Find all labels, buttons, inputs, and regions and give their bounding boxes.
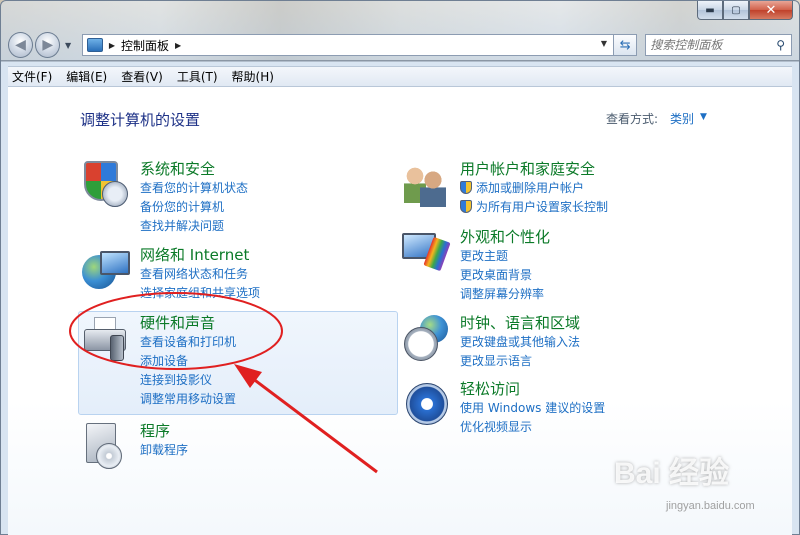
link-uninstall[interactable]: 卸载程序 [140, 441, 188, 460]
category-user-accounts: 用户帐户和家庭安全 添加或删除用户帐户 为所有用户设置家长控制 [400, 159, 608, 217]
category-ease-of-access: 轻松访问 使用 Windows 建议的设置 优化视频显示 [400, 379, 605, 437]
clock-region-icon[interactable] [400, 313, 452, 365]
category-title[interactable]: 系统和安全 [140, 159, 248, 179]
category-network: 网络和 Internet 查看网络状态和任务 选择家庭组和共享选项 [80, 245, 260, 303]
link-keyboard-input[interactable]: 更改键盘或其他输入法 [460, 333, 580, 352]
page-title: 调整计算机的设置 [80, 111, 201, 129]
menu-tools[interactable]: 工具(T) [177, 68, 218, 85]
watermark-url: jingyan.baidu.com [666, 500, 755, 512]
category-title[interactable]: 网络和 Internet [140, 245, 260, 265]
category-hardware-sound: 硬件和声音 查看设备和打印机 添加设备 连接到投影仪 调整常用移动设置 [80, 313, 236, 409]
category-system-security: 系统和安全 查看您的计算机状态 备份您的计算机 查找并解决问题 [80, 159, 248, 236]
link-change-theme[interactable]: 更改主题 [460, 247, 550, 266]
address-bar[interactable]: ▶ 控制面板 ▶ ▼ [81, 34, 615, 56]
link-mobility-settings[interactable]: 调整常用移动设置 [140, 390, 236, 409]
category-title[interactable]: 时钟、语言和区域 [460, 313, 580, 333]
category-title[interactable]: 程序 [140, 421, 188, 441]
user-icon [420, 171, 446, 207]
link-label: 为所有用户设置家长控制 [476, 200, 609, 214]
link-windows-suggested[interactable]: 使用 Windows 建议的设置 [460, 399, 605, 418]
view-by-dropdown[interactable]: 类别 [670, 110, 694, 127]
link-parental-controls[interactable]: 为所有用户设置家长控制 [460, 198, 608, 217]
uac-shield-icon [460, 200, 472, 213]
maximize-button[interactable]: ▢ [723, 1, 749, 20]
category-title[interactable]: 外观和个性化 [460, 227, 550, 247]
user-accounts-icon[interactable] [400, 159, 452, 211]
link-add-remove-users[interactable]: 添加或删除用户帐户 [460, 179, 608, 198]
gauge-icon [102, 181, 128, 207]
link-add-device[interactable]: 添加设备 [140, 352, 236, 371]
category-programs: 程序 卸载程序 [80, 421, 188, 473]
breadcrumb-arrow-icon[interactable]: ▶ [109, 41, 115, 50]
link-devices-printers[interactable]: 查看设备和打印机 [140, 333, 236, 352]
search-box[interactable]: ⚲ [645, 34, 792, 56]
refresh-button[interactable]: ⇆ [614, 34, 638, 56]
baidu-watermark-logo: Bai 经验 [614, 457, 730, 490]
link-projector[interactable]: 连接到投影仪 [140, 371, 236, 390]
menu-view[interactable]: 查看(V) [121, 68, 163, 85]
monitor-icon [100, 251, 130, 275]
view-by-dropdown-icon[interactable]: ▼ [700, 112, 707, 122]
breadcrumb-arrow-icon[interactable]: ▶ [175, 41, 181, 50]
navigation-bar: ◀ ▶ ▼ ▶ 控制面板 ▶ ▼ ⇆ ⚲ [8, 30, 792, 60]
menu-file[interactable]: 文件(F) [12, 68, 52, 85]
breadcrumb-control-panel[interactable]: 控制面板 [121, 37, 169, 54]
category-clock-region: 时钟、语言和区域 更改键盘或其他输入法 更改显示语言 [400, 313, 580, 371]
link-view-status[interactable]: 查看您的计算机状态 [140, 179, 248, 198]
forward-button[interactable]: ▶ [35, 32, 61, 58]
uac-shield-icon [460, 181, 472, 194]
recent-pages-dropdown-icon[interactable]: ▼ [62, 41, 74, 50]
menu-edit[interactable]: 编辑(E) [66, 68, 107, 85]
refresh-icon: ⇆ [619, 37, 631, 53]
menu-help[interactable]: 帮助(H) [232, 68, 274, 85]
link-desktop-background[interactable]: 更改桌面背景 [460, 266, 550, 285]
category-title[interactable]: 轻松访问 [460, 379, 605, 399]
category-title[interactable]: 硬件和声音 [140, 313, 236, 333]
clock-icon [404, 327, 438, 361]
link-display-language[interactable]: 更改显示语言 [460, 352, 580, 371]
ease-of-access-icon[interactable] [400, 379, 452, 431]
disc-icon [96, 443, 122, 469]
link-network-status[interactable]: 查看网络状态和任务 [140, 265, 260, 284]
accessibility-icon [406, 383, 448, 425]
search-input[interactable] [650, 38, 761, 52]
back-button[interactable]: ◀ [8, 32, 34, 58]
appearance-icon[interactable] [400, 227, 452, 279]
address-dropdown-icon[interactable]: ▼ [601, 39, 607, 48]
menu-bar: 文件(F) 编辑(E) 查看(V) 工具(T) 帮助(H) [8, 66, 792, 87]
system-security-icon[interactable] [80, 159, 132, 211]
category-appearance: 外观和个性化 更改主题 更改桌面背景 调整屏幕分辨率 [400, 227, 550, 304]
close-button[interactable]: ✕ [749, 1, 793, 20]
view-by-label: 查看方式: [606, 112, 659, 126]
link-optimize-display[interactable]: 优化视频显示 [460, 418, 605, 437]
network-icon[interactable] [80, 245, 132, 297]
programs-icon[interactable] [80, 421, 132, 473]
link-screen-resolution[interactable]: 调整屏幕分辨率 [460, 285, 550, 304]
link-troubleshoot[interactable]: 查找并解决问题 [140, 217, 248, 236]
caption-buttons: ▬ ▢ ✕ [697, 1, 793, 21]
hardware-sound-icon[interactable] [80, 313, 132, 365]
control-panel-icon [86, 38, 103, 52]
minimize-button[interactable]: ▬ [697, 1, 723, 20]
link-backup[interactable]: 备份您的计算机 [140, 198, 248, 217]
search-icon[interactable]: ⚲ [776, 38, 785, 52]
link-label: 添加或删除用户帐户 [476, 181, 585, 195]
link-homegroup[interactable]: 选择家庭组和共享选项 [140, 284, 260, 303]
category-title[interactable]: 用户帐户和家庭安全 [460, 159, 608, 179]
speaker-icon [110, 335, 124, 361]
